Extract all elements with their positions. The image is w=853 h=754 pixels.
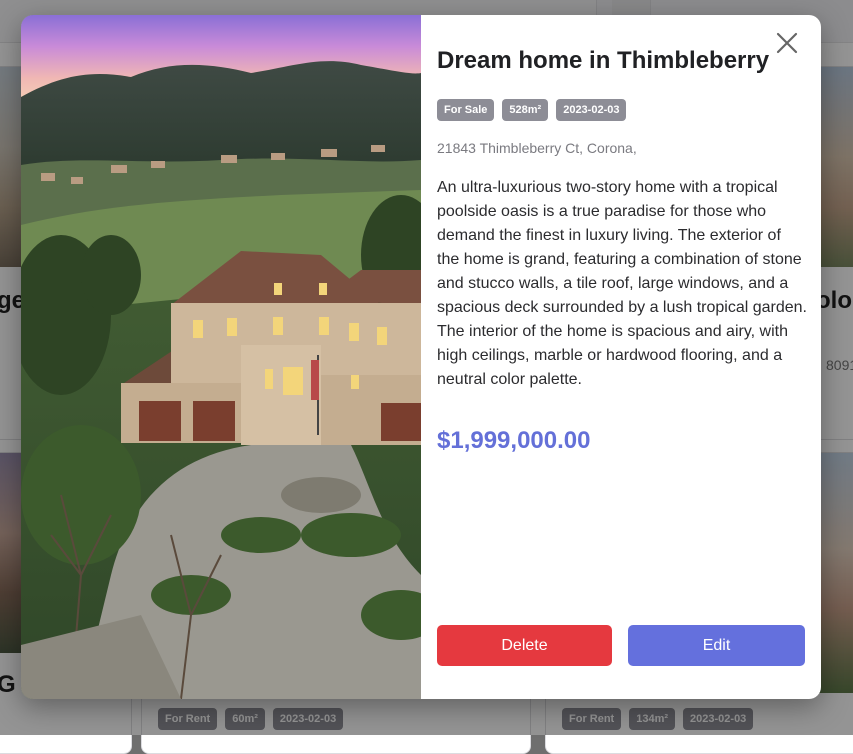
listing-title: Dream home in Thimbleberry — [437, 47, 770, 74]
listing-description: An ultra-luxurious two-story home with a… — [437, 179, 807, 388]
listing-photo — [21, 15, 421, 699]
listing-detail-modal: Dream home in Thimbleberry For Sale 528m… — [21, 15, 821, 699]
tag-date: 2023-02-03 — [556, 99, 627, 121]
listing-detail-panel: Dream home in Thimbleberry For Sale 528m… — [421, 15, 821, 699]
house-photo-illustration — [21, 15, 421, 699]
listing-address: 21843 Thimbleberry Ct, Corona, — [437, 140, 637, 156]
listing-tags: For Sale 528m² 2023-02-03 — [437, 99, 627, 121]
close-icon — [776, 32, 798, 54]
delete-button[interactable]: Delete — [437, 625, 612, 666]
listing-price: $1,999,000.00 — [437, 427, 591, 454]
tag-type: For Sale — [437, 99, 495, 121]
edit-button[interactable]: Edit — [628, 625, 805, 666]
close-button[interactable] — [771, 27, 803, 59]
tag-area: 528m² — [502, 99, 549, 121]
